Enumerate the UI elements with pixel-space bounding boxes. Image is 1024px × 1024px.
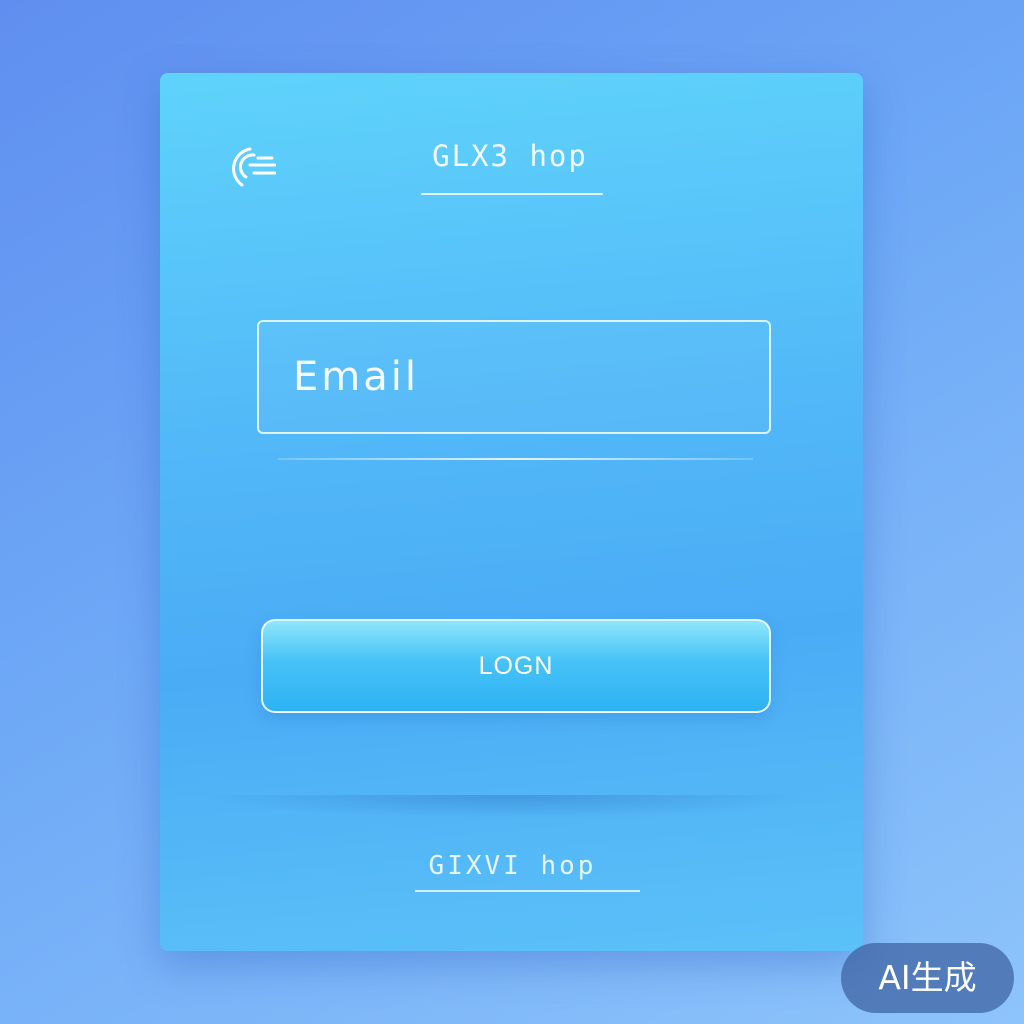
- brand-title: GLX3 hop: [432, 139, 588, 173]
- login-card: GLX3 hop LOGN GIXVI hop: [160, 73, 863, 951]
- divider-shadow: [200, 795, 820, 819]
- email-field[interactable]: [257, 320, 771, 434]
- logo-icon: [232, 147, 276, 187]
- login-button[interactable]: LOGN: [261, 619, 771, 713]
- footer-brand: GIXVI hop: [428, 851, 597, 881]
- ai-generated-badge: AI生成: [841, 943, 1014, 1013]
- brand-underline: [421, 193, 603, 195]
- divider: [278, 458, 753, 460]
- footer-underline: [415, 890, 640, 892]
